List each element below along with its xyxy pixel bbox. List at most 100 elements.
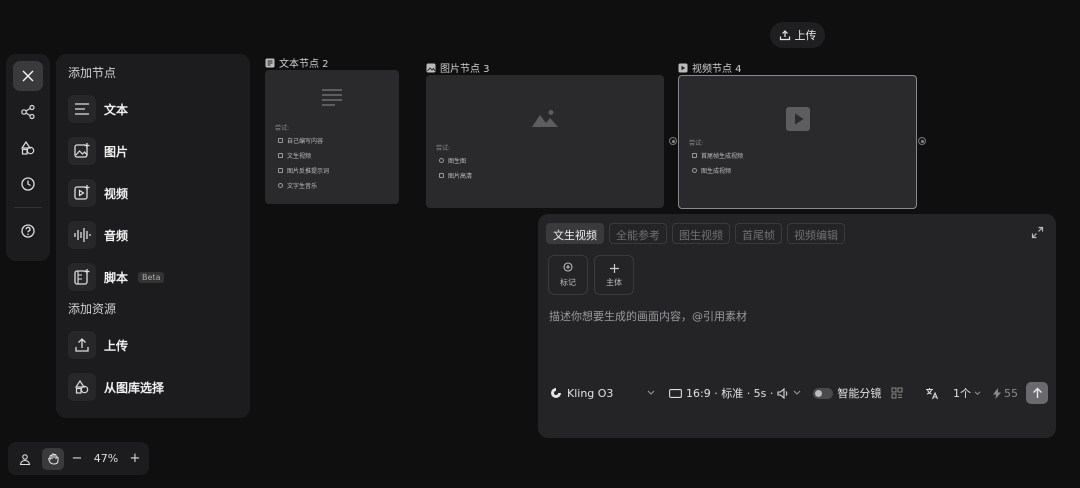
speaker-icon bbox=[777, 387, 788, 399]
hint-item[interactable]: 图生成视频 bbox=[692, 163, 743, 178]
grid-settings-icon[interactable] bbox=[891, 387, 903, 399]
hint-item[interactable]: 自己编写内容 bbox=[278, 133, 329, 148]
close-button[interactable] bbox=[13, 61, 43, 91]
add-video-label: 视频 bbox=[104, 186, 129, 201]
image-node-icon bbox=[426, 63, 436, 72]
zoom-bar: − 47% + bbox=[8, 442, 149, 475]
audio-wave-icon bbox=[68, 221, 96, 249]
prompt-panel: 文生视频 全能参考 图生视频 首尾帧 视频编辑 标记 主体 描述你想要生成的画面… bbox=[538, 214, 1056, 438]
add-assets-title: 添加资源 bbox=[68, 302, 117, 316]
model-select[interactable]: Kling O3 bbox=[550, 387, 647, 400]
prompt-bottom-bar: Kling O3 16:9 · 标准 · 5s · 智能分镜 1个 55 bbox=[550, 382, 1048, 404]
add-nodes-title: 添加节点 bbox=[68, 66, 117, 80]
text-node-label: 文本节点 2 bbox=[265, 55, 329, 70]
smart-storyboard-toggle[interactable]: 智能分镜 bbox=[813, 385, 881, 401]
help-button[interactable] bbox=[13, 216, 43, 246]
hd-icon bbox=[439, 173, 444, 178]
chevron-down-icon[interactable] bbox=[647, 390, 655, 396]
mode-tabs: 文生视频 全能参考 图生视频 首尾帧 视频编辑 bbox=[546, 223, 845, 244]
expand-button[interactable] bbox=[1031, 226, 1044, 239]
mark-chip[interactable]: 标记 bbox=[548, 255, 588, 295]
image-node-card[interactable]: 尝试: 图生图 图片高清 bbox=[426, 75, 664, 208]
count-select[interactable]: 1个 bbox=[953, 385, 981, 401]
add-text-label: 文本 bbox=[104, 102, 129, 117]
chevron-down-icon bbox=[794, 390, 801, 395]
workflow-nodes-icon bbox=[21, 104, 35, 120]
person-icon bbox=[19, 453, 31, 465]
credits-display: 55 bbox=[993, 387, 1018, 400]
video-node-card[interactable]: 尝试: 首尾帧生成视频 图生成视频 bbox=[678, 75, 917, 209]
plus-icon bbox=[609, 263, 619, 273]
hint-item[interactable]: 首尾帧生成视频 bbox=[692, 148, 743, 163]
connector-dot[interactable] bbox=[918, 137, 926, 145]
kling-logo-icon bbox=[551, 388, 561, 398]
shapes-icon bbox=[20, 140, 35, 155]
gallery-select-item[interactable]: 从图库选择 bbox=[68, 366, 238, 408]
text-node-hint-title: 尝试: bbox=[275, 125, 290, 132]
tab-text-to-video[interactable]: 文生视频 bbox=[546, 223, 604, 244]
text-lines-icon bbox=[322, 89, 342, 106]
history-button[interactable] bbox=[13, 169, 43, 199]
upload-pill-button[interactable]: 上传 bbox=[770, 22, 825, 48]
text-lines-icon bbox=[68, 95, 96, 123]
image-node-hints: 图生图 图片高清 bbox=[439, 153, 472, 183]
transform-icon bbox=[439, 158, 444, 163]
connector-dot[interactable] bbox=[669, 137, 677, 145]
image-icon bbox=[278, 168, 283, 173]
prompt-chips: 标记 主体 bbox=[548, 255, 634, 295]
send-button[interactable] bbox=[1026, 382, 1048, 404]
play-icon bbox=[786, 107, 810, 131]
gallery-select-label: 从图库选择 bbox=[104, 380, 165, 395]
tab-image-to-video[interactable]: 图生视频 bbox=[672, 223, 730, 244]
hand-icon bbox=[47, 453, 58, 465]
add-text-node[interactable]: 文本 bbox=[68, 88, 238, 130]
image-add-icon bbox=[68, 137, 96, 165]
script-icon bbox=[68, 263, 96, 291]
add-image-node[interactable]: 图片 bbox=[68, 130, 238, 172]
subject-chip-label: 主体 bbox=[606, 277, 622, 287]
hint-item[interactable]: 图片高清 bbox=[439, 168, 472, 183]
upload-asset-item[interactable]: 上传 bbox=[68, 324, 238, 366]
frames-icon bbox=[692, 153, 697, 158]
tab-first-last-frame[interactable]: 首尾帧 bbox=[735, 223, 782, 244]
zoom-out-button[interactable]: − bbox=[70, 451, 84, 466]
zoom-in-button[interactable]: + bbox=[128, 451, 142, 466]
add-audio-node[interactable]: 音频 bbox=[68, 214, 238, 256]
settings-summary: 16:9 · 标准 · 5s · bbox=[686, 387, 774, 400]
assets-button[interactable] bbox=[13, 133, 43, 163]
text-node-card[interactable]: 尝试: 自己编写内容 文生视频 图片反推提示词 文字生音乐 bbox=[265, 70, 399, 204]
workflow-button[interactable] bbox=[13, 97, 43, 127]
text-node-title: 文本节点 2 bbox=[279, 59, 329, 70]
add-script-label: 脚本 bbox=[104, 270, 129, 285]
hint-item[interactable]: 图生图 bbox=[439, 153, 472, 168]
tab-video-edit[interactable]: 视频编辑 bbox=[787, 223, 845, 244]
video-node-hints: 首尾帧生成视频 图生成视频 bbox=[692, 148, 743, 178]
tab-omni-reference[interactable]: 全能参考 bbox=[609, 223, 667, 244]
hint-item[interactable]: 文生视频 bbox=[278, 148, 329, 163]
chevron-down-icon bbox=[974, 391, 981, 395]
beta-badge: Beta bbox=[138, 271, 165, 283]
prompt-input[interactable]: 描述你想要生成的画面内容，@引用素材 bbox=[549, 308, 747, 324]
user-mode-button[interactable] bbox=[14, 448, 36, 470]
hint-item[interactable]: 图片反推提示词 bbox=[278, 163, 329, 178]
lightning-icon bbox=[993, 387, 1001, 399]
pan-mode-button[interactable] bbox=[42, 447, 64, 470]
settings-select[interactable]: 16:9 · 标准 · 5s · bbox=[669, 385, 801, 401]
close-icon bbox=[22, 70, 34, 82]
text-node-hints: 自己编写内容 文生视频 图片反推提示词 文字生音乐 bbox=[278, 133, 329, 193]
hint-item[interactable]: 文字生音乐 bbox=[278, 178, 329, 193]
clock-icon bbox=[21, 177, 35, 191]
aspect-ratio-icon bbox=[669, 388, 682, 398]
credits-value: 55 bbox=[1004, 386, 1018, 400]
upload-icon bbox=[68, 331, 96, 359]
subject-chip[interactable]: 主体 bbox=[594, 255, 634, 295]
text-node-icon bbox=[265, 58, 275, 67]
image-node-hint-title: 尝试: bbox=[436, 145, 451, 152]
toggle-switch[interactable] bbox=[813, 387, 834, 399]
translate-icon[interactable] bbox=[925, 387, 939, 400]
sparkle-icon bbox=[692, 168, 697, 173]
add-script-node[interactable]: 脚本 Beta bbox=[68, 256, 238, 298]
image-node-title: 图片节点 3 bbox=[440, 64, 490, 75]
rail-divider bbox=[14, 207, 42, 208]
add-video-node[interactable]: 视频 bbox=[68, 172, 238, 214]
